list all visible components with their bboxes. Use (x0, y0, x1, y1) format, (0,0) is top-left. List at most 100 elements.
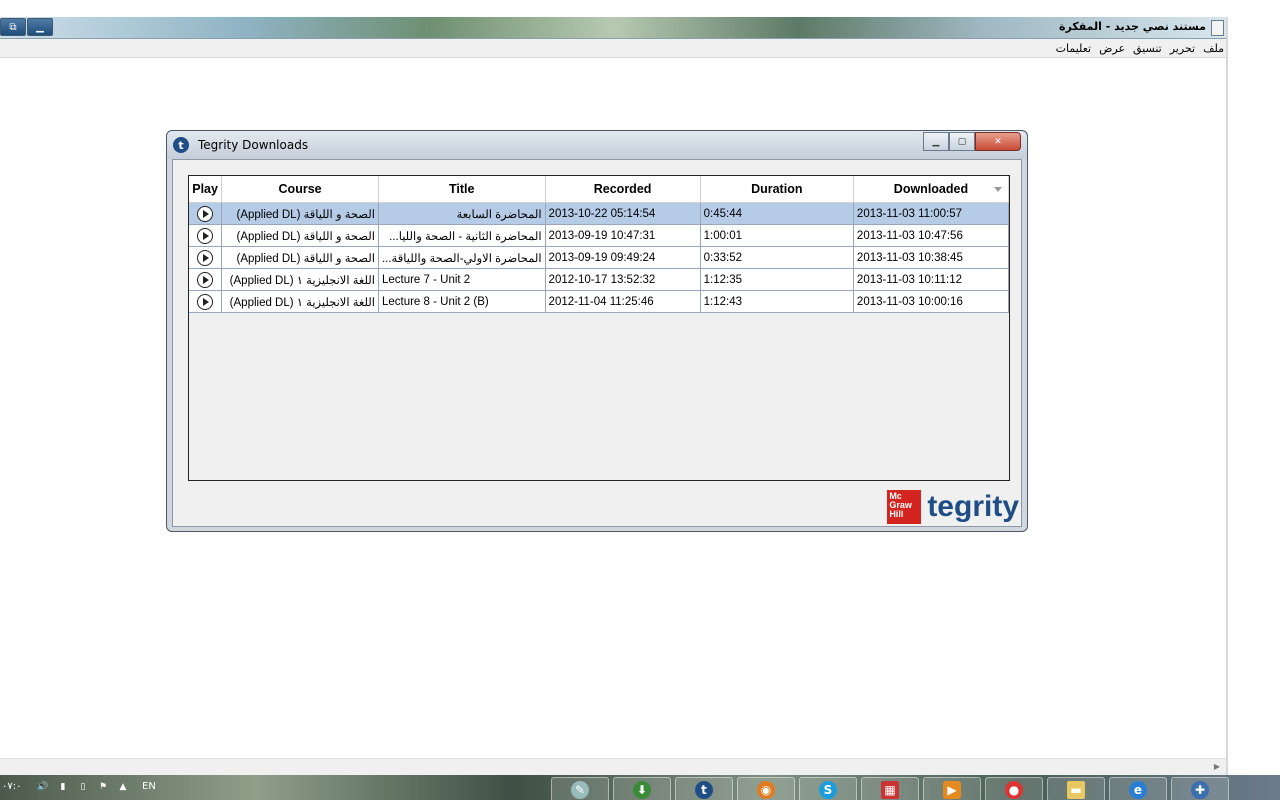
play-icon[interactable] (197, 293, 214, 310)
notepad-window-buttons: ⧉ ▁ (0, 18, 54, 36)
column-header-play[interactable]: Play (189, 176, 223, 203)
sort-descending-icon (994, 187, 1002, 192)
menu-format[interactable]: تنسيق (1133, 42, 1162, 55)
taskbar-button[interactable]: ▬ (1047, 777, 1105, 802)
menu-help[interactable]: تعليمات (1056, 42, 1091, 55)
tegrity-logo-icon: t (173, 137, 189, 153)
column-header-recorded[interactable]: Recorded (545, 176, 701, 203)
downloaded-cell: 2013-11-03 10:38:45 (853, 246, 1009, 269)
network-icon[interactable]: ▮ (56, 781, 70, 793)
column-header-duration[interactable]: Duration (700, 176, 854, 203)
downloaded-cell: 2013-11-03 10:00:16 (853, 290, 1009, 313)
grid-app-icon: ▦ (881, 780, 899, 799)
folder-icon: ▬ (1067, 780, 1085, 799)
taskbar-button[interactable]: ● (985, 777, 1043, 802)
title-cell: Lecture 8 - Unit 2 (B) (378, 290, 546, 313)
mcgraw-hill-logo: Mc Graw Hill (887, 490, 922, 524)
table-header-row: Play Course Title Recorded Duration Down… (189, 176, 1009, 203)
play-cell[interactable] (189, 268, 223, 291)
tegrity-titlebar[interactable]: t Tegrity Downloads ▁ ▢ ✕ (167, 131, 1027, 159)
firefox-icon: ◉ (757, 780, 775, 799)
duration-cell: 0:33:52 (700, 246, 854, 269)
notepad-titlebar: ⧉ ▁ مستند نصي جديد - المفكرة (0, 17, 1228, 39)
duration-cell: 1:12:43 (700, 290, 854, 313)
recorded-cell: 2013-09-19 09:49:24 (545, 246, 701, 269)
play-cell[interactable] (189, 202, 223, 225)
play-icon[interactable] (197, 249, 214, 266)
scroll-right-arrow-icon[interactable]: ▶ (1214, 762, 1220, 771)
recorded-cell: 2013-09-19 10:47:31 (545, 224, 701, 247)
table-row[interactable]: (Applied DL) اللغة الانجليزية ١ Lecture … (189, 290, 1009, 313)
play-icon[interactable] (197, 227, 214, 244)
taskbar-button[interactable]: ⬇ (613, 777, 671, 802)
title-cell: المحاضرة الثانية - الصحة والليا... (378, 224, 546, 247)
brand-logos: Mc Graw Hill tegrity (887, 490, 1019, 524)
maximize-button[interactable]: ▢ (949, 132, 975, 151)
pencil-app-icon: ✎ (571, 780, 589, 799)
course-cell: (Applied DL) الصحة و اللياقة (221, 202, 379, 225)
recorded-cell: 2013-10-22 05:14:54 (545, 202, 701, 225)
tegrity-app-icon: t (695, 780, 713, 799)
duration-cell: 0:45:44 (700, 202, 854, 225)
chrome-icon: ● (1005, 780, 1023, 799)
tegrity-window-buttons: ▁ ▢ ✕ (923, 132, 1021, 151)
taskbar-button[interactable]: e (1109, 777, 1167, 802)
taskbar-button[interactable]: ▦ (861, 777, 919, 802)
notepad-horizontal-scrollbar[interactable]: ▶ (0, 758, 1226, 776)
system-tray: 🔊 ▮ ▯ ⚑ ▲ EN (36, 781, 156, 793)
course-cell: (Applied DL) الصحة و اللياقة (221, 224, 379, 247)
downloaded-cell: 2013-11-03 10:47:56 (853, 224, 1009, 247)
taskbar-button[interactable]: t (675, 777, 733, 802)
menu-edit[interactable]: تحرير (1170, 42, 1195, 55)
start-orb-icon: ✚ (1191, 780, 1209, 799)
course-cell: (Applied DL) الصحة و اللياقة (221, 246, 379, 269)
taskbar: ٠٧:٠ 🔊 ▮ ▯ ⚑ ▲ EN ✎ ⬇ t ◉ S ▦ ▶ ● ▬ e ✚ (0, 775, 1280, 802)
taskbar-button[interactable]: ✎ (551, 777, 609, 802)
title-cell: Lecture 7 - Unit 2 (378, 268, 546, 291)
menu-view[interactable]: عرض (1099, 42, 1125, 55)
course-cell: (Applied DL) اللغة الانجليزية ١ (221, 290, 379, 313)
ie-icon: e (1129, 780, 1147, 799)
table-row[interactable]: (Applied DL) اللغة الانجليزية ١ Lecture … (189, 268, 1009, 291)
downloads-grid: Play Course Title Recorded Duration Down… (188, 175, 1010, 481)
duration-cell: 1:12:35 (700, 268, 854, 291)
action-center-flag-icon[interactable]: ⚑ (96, 781, 110, 793)
play-cell[interactable] (189, 290, 223, 313)
tegrity-client-area: Play Course Title Recorded Duration Down… (172, 159, 1022, 527)
downloaded-cell: 2013-11-03 10:11:12 (853, 268, 1009, 291)
course-cell: (Applied DL) اللغة الانجليزية ١ (221, 268, 379, 291)
restore-button[interactable]: ⧉ (0, 18, 26, 36)
show-hidden-icons-icon[interactable]: ▲ (116, 781, 130, 793)
close-button[interactable]: ✕ (975, 132, 1021, 151)
column-header-course[interactable]: Course (221, 176, 379, 203)
minimize-button[interactable]: ▁ (27, 18, 53, 36)
taskbar-button[interactable]: ◉ (737, 777, 795, 802)
play-icon[interactable] (197, 271, 214, 288)
taskbar-button[interactable]: S (799, 777, 857, 802)
table-row[interactable]: (Applied DL) الصحة و اللياقة المحاضرة ال… (189, 202, 1009, 225)
downloaded-cell: 2013-11-03 11:00:57 (853, 202, 1009, 225)
table-row[interactable]: (Applied DL) الصحة و اللياقة المحاضرة ال… (189, 224, 1009, 247)
recorded-cell: 2012-10-17 13:52:32 (545, 268, 701, 291)
minimize-button[interactable]: ▁ (923, 132, 949, 151)
taskbar-button[interactable]: ▶ (923, 777, 981, 802)
table-row[interactable]: (Applied DL) الصحة و اللياقة المحاضرة ال… (189, 246, 1009, 269)
power-icon[interactable]: ▯ (76, 781, 90, 793)
play-cell[interactable] (189, 224, 223, 247)
language-indicator[interactable]: EN (142, 781, 156, 793)
play-cell[interactable] (189, 246, 223, 269)
notepad-title: مستند نصي جديد - المفكرة (1058, 20, 1206, 33)
clock[interactable]: ٠٧:٠ (2, 781, 21, 792)
menu-file[interactable]: ملف (1203, 42, 1224, 55)
tegrity-downloads-window: t Tegrity Downloads ▁ ▢ ✕ Play Course Ti… (166, 130, 1028, 532)
title-cell: المحاضرة الاولي-الصحة واللياقة... (378, 246, 546, 269)
start-button[interactable]: ✚ (1171, 777, 1229, 802)
internet-download-manager-icon: ⬇ (633, 780, 651, 799)
play-icon[interactable] (197, 205, 214, 222)
volume-icon[interactable]: 🔊 (36, 781, 50, 793)
skype-icon: S (819, 780, 837, 799)
notepad-vertical-scrollbar[interactable] (1226, 17, 1228, 775)
column-header-downloaded[interactable]: Downloaded (853, 176, 1009, 203)
column-header-title[interactable]: Title (378, 176, 546, 203)
downloads-table: Play Course Title Recorded Duration Down… (189, 176, 1009, 313)
